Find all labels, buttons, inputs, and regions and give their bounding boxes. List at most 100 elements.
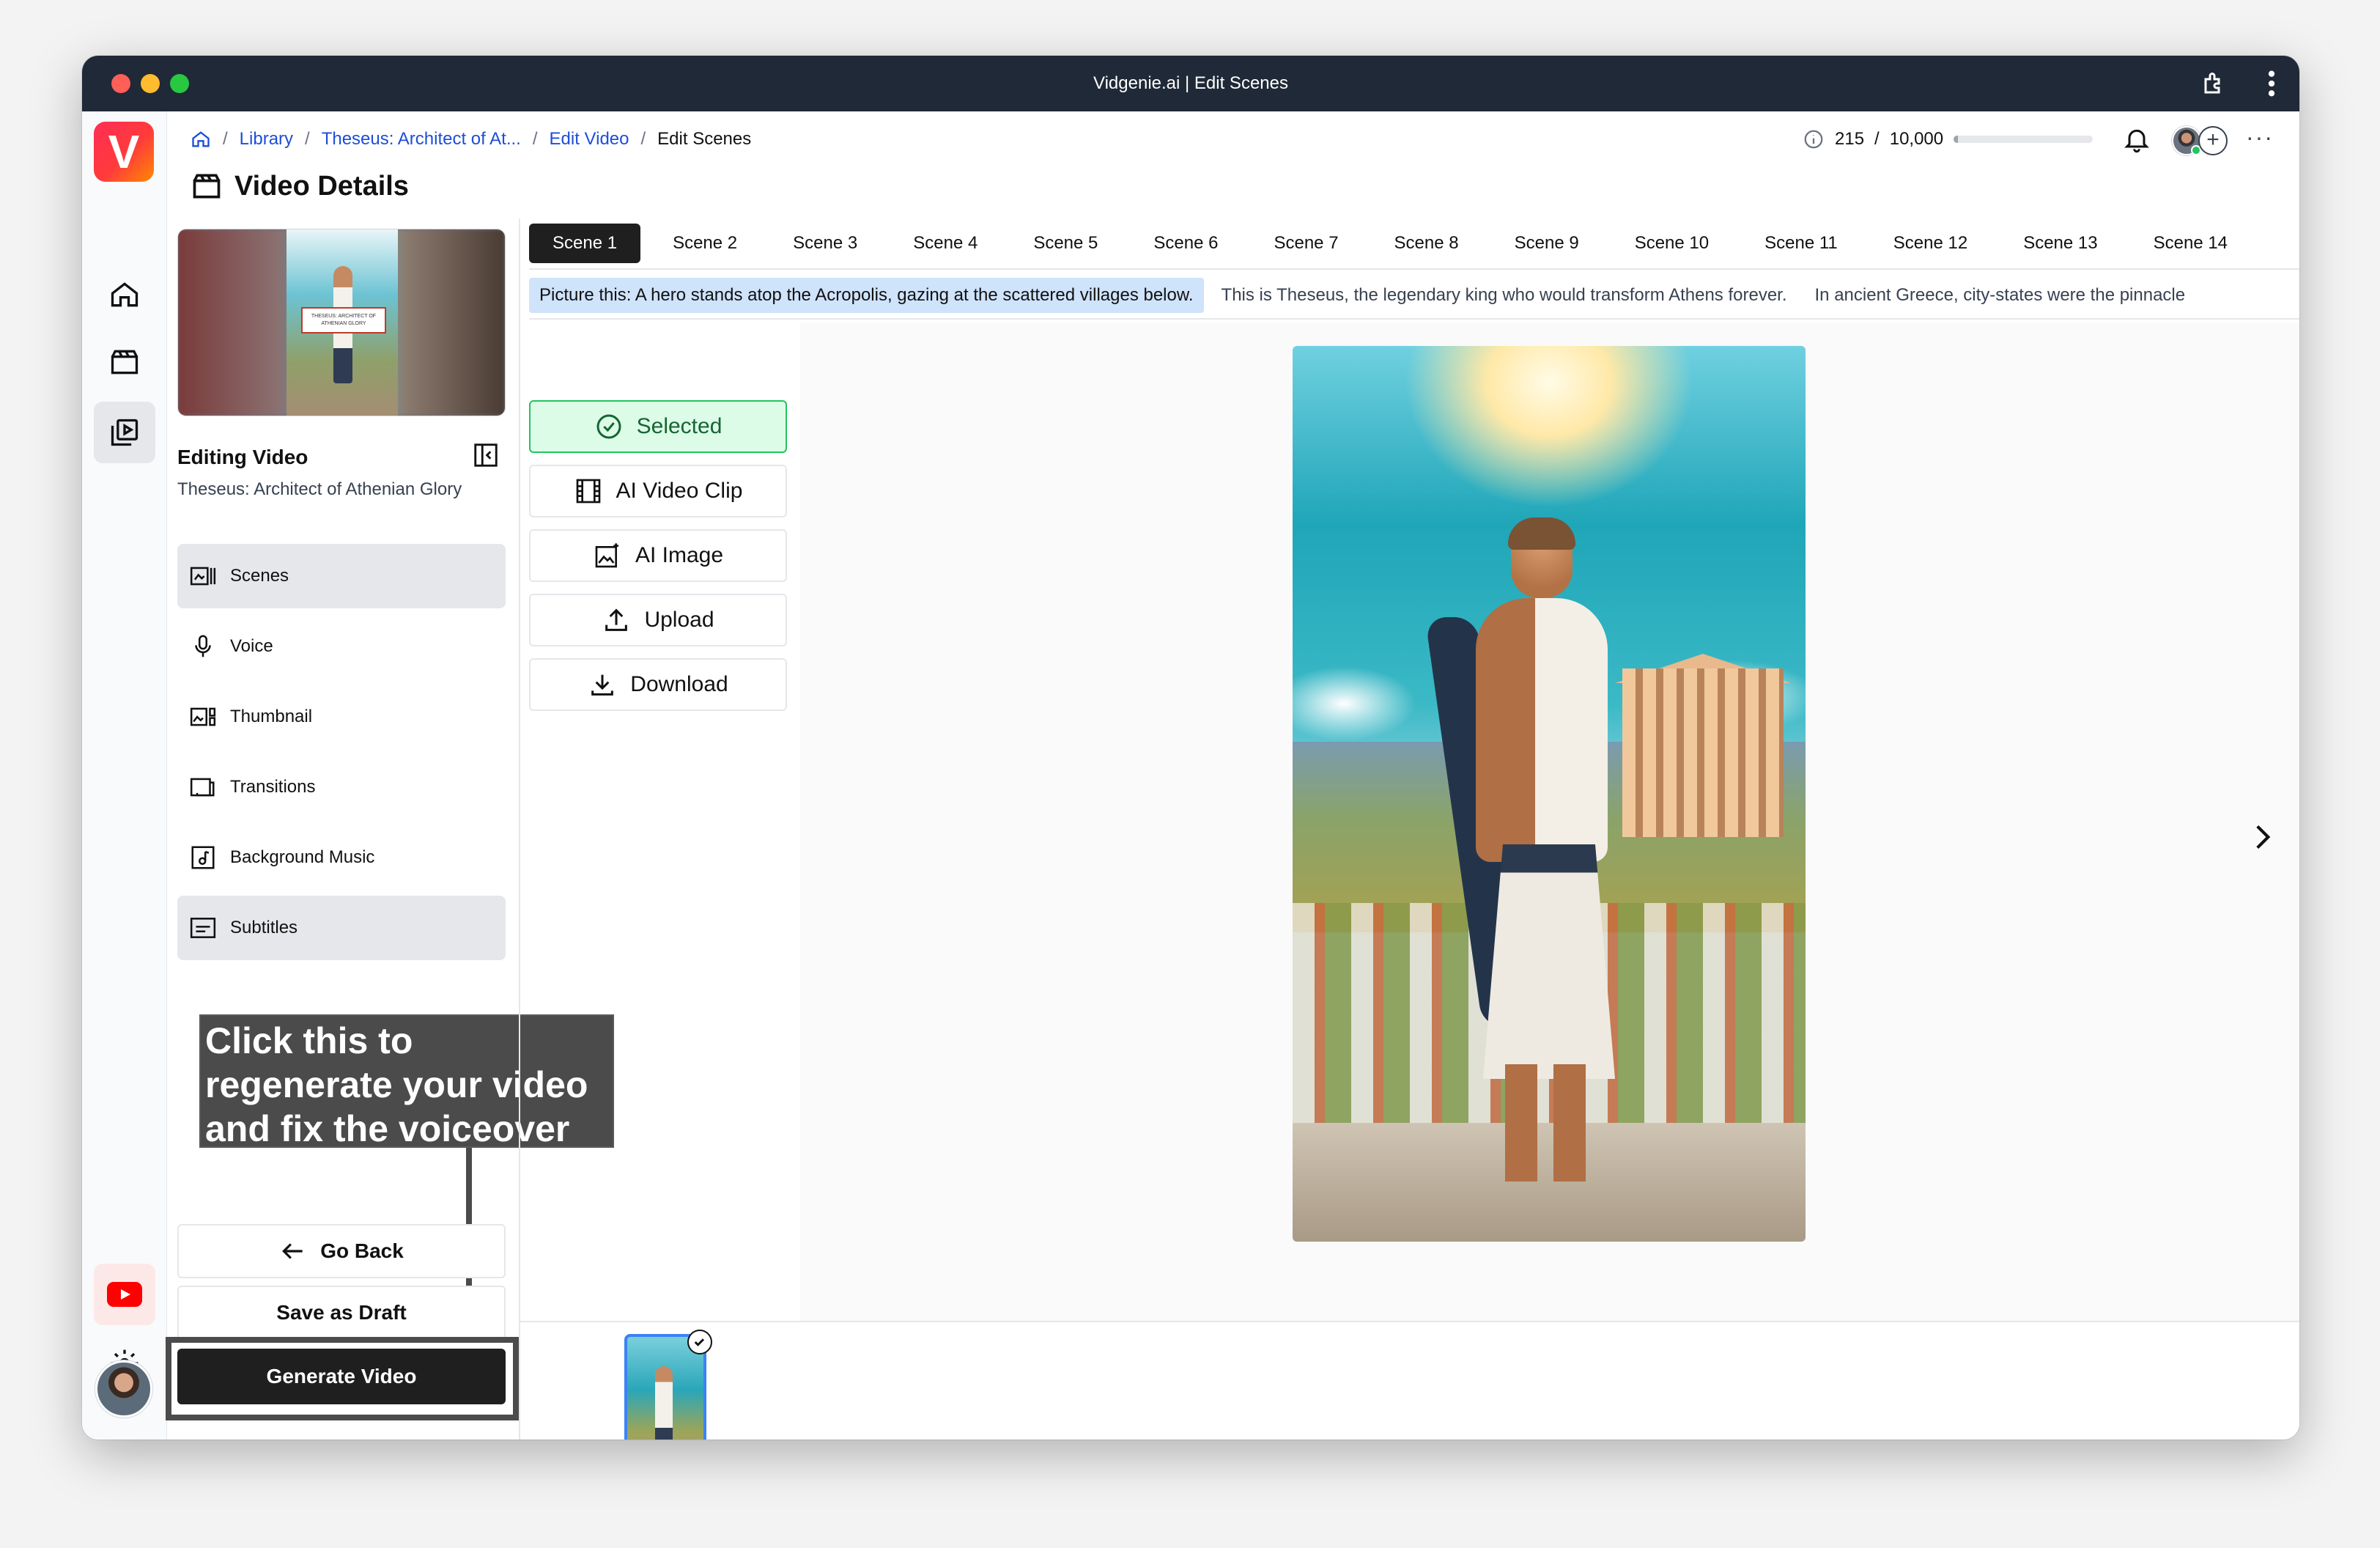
breadcrumb: / Library / Theseus: Architect of At... … <box>191 126 751 152</box>
user-avatar[interactable] <box>95 1360 152 1418</box>
breadcrumb-library[interactable]: Library <box>240 129 293 150</box>
tab-scene-7[interactable]: Scene 7 <box>1250 224 1361 263</box>
check-circle-icon <box>596 414 621 439</box>
preview-temple <box>1622 668 1784 837</box>
tab-scene-6[interactable]: Scene 6 <box>1130 224 1241 263</box>
app-logo[interactable]: V <box>94 122 154 182</box>
nav-transitions[interactable]: Transitions <box>177 755 506 819</box>
generate-video-button[interactable]: Generate Video <box>177 1349 506 1404</box>
more-options-button[interactable]: ··· <box>2244 125 2276 155</box>
tab-scene-1[interactable]: Scene 1 <box>529 224 641 263</box>
scene-media-strip <box>520 1321 2299 1440</box>
credits-used: 215 <box>1835 129 1865 149</box>
tab-scene-8[interactable]: Scene 8 <box>1371 224 1482 263</box>
upload-icon <box>605 608 628 631</box>
youtube-icon <box>107 1282 142 1307</box>
selected-button[interactable]: Selected <box>529 400 787 453</box>
nav-voice[interactable]: Voice <box>177 614 506 679</box>
scene-preview-image[interactable] <box>1293 346 1806 1242</box>
nav-thumbnail[interactable]: Thumbnail <box>177 685 506 749</box>
window-title: Vidgenie.ai | Edit Scenes <box>1093 73 1288 93</box>
breadcrumb-separator: / <box>640 129 646 149</box>
tab-scene-4[interactable]: Scene 4 <box>890 224 1001 263</box>
thumbnail-title-card: THESEUS: ARCHITECT OF ATHENIAN GLORY <box>301 307 386 333</box>
download-label: Download <box>630 672 728 696</box>
nav-background-music[interactable]: Background Music <box>177 825 506 890</box>
tab-scene-9[interactable]: Scene 9 <box>1491 224 1603 263</box>
credits-meter: 215 / 10,000 <box>1803 126 2093 152</box>
go-back-label: Go Back <box>320 1239 404 1262</box>
extension-icon[interactable] <box>2201 70 2228 97</box>
youtube-button[interactable] <box>94 1264 155 1325</box>
download-button[interactable]: Download <box>529 658 787 711</box>
scene-scripts: Picture this: A hero stands atop the Acr… <box>529 273 2299 320</box>
video-library-icon[interactable] <box>108 416 141 449</box>
editing-video-heading: Editing Video <box>177 446 308 468</box>
hero-torso <box>1476 598 1608 862</box>
left-rail: V <box>82 111 167 1440</box>
credits-separator: / <box>1874 129 1880 149</box>
breadcrumb-video[interactable]: Theseus: Architect of At... <box>322 129 521 150</box>
scene-script-1[interactable]: Picture this: A hero stands atop the Acr… <box>529 278 1204 313</box>
logo-letter: V <box>108 125 140 178</box>
tab-scene-3[interactable]: Scene 3 <box>769 224 881 263</box>
info-icon[interactable] <box>1803 128 1825 150</box>
sidebar-divider <box>519 218 520 1440</box>
credits-progress-fill <box>1954 136 1958 143</box>
nav-label: Thumbnail <box>230 707 313 726</box>
tab-scene-10[interactable]: Scene 10 <box>1611 224 1732 263</box>
tab-scene-14[interactable]: Scene 14 <box>2130 224 2251 263</box>
tab-scene-13[interactable]: Scene 13 <box>2000 224 2121 263</box>
preview-hero <box>1424 517 1630 1182</box>
thumbnail-icon <box>190 707 216 726</box>
tab-scene-11[interactable]: Scene 11 <box>1741 224 1861 263</box>
transitions-icon <box>190 778 215 797</box>
go-back-button[interactable]: Go Back <box>177 1224 506 1278</box>
hero-tunic <box>1483 844 1615 1079</box>
chevron-right-icon[interactable] <box>2244 815 2280 859</box>
ai-image-button[interactable]: AI Image <box>529 529 787 582</box>
ai-video-clip-button[interactable]: AI Video Clip <box>529 465 787 517</box>
ai-image-label: AI Image <box>635 543 724 567</box>
collapse-sidebar-icon[interactable] <box>472 441 500 469</box>
clapperboard-icon[interactable] <box>108 346 141 378</box>
credits-total: 10,000 <box>1889 129 1944 149</box>
page-title-text: Video Details <box>234 170 409 202</box>
subtitles-icon <box>190 918 216 938</box>
hero-legs <box>1505 1064 1586 1182</box>
nav-label: Transitions <box>230 777 316 797</box>
tab-scene-2[interactable]: Scene 2 <box>649 224 761 263</box>
media-thumbnail-figure <box>655 1366 673 1440</box>
more-vertical-icon[interactable] <box>2266 69 2277 98</box>
scene-script-3[interactable]: In ancient Greece, city-states were the … <box>1805 278 2196 313</box>
save-draft-label: Save as Draft <box>276 1301 407 1324</box>
add-member-button[interactable]: + <box>2198 126 2228 155</box>
arrow-left-icon <box>282 1243 303 1259</box>
nav-label: Subtitles <box>230 918 298 937</box>
download-icon <box>591 674 614 696</box>
tab-scene-5[interactable]: Scene 5 <box>1010 224 1121 263</box>
home-icon[interactable] <box>191 129 211 150</box>
breadcrumb-edit-video[interactable]: Edit Video <box>550 129 629 150</box>
upload-button[interactable]: Upload <box>529 594 787 646</box>
video-thumbnail[interactable]: THESEUS: ARCHITECT OF ATHENIAN GLORY <box>177 229 506 416</box>
microphone-icon <box>195 635 211 657</box>
scene-script-2[interactable]: This is Theseus, the legendary king who … <box>1211 278 1797 313</box>
clapperboard-icon <box>193 174 221 199</box>
credits-progress <box>1954 136 2093 143</box>
breadcrumb-separator: / <box>532 129 538 149</box>
tab-scene-12[interactable]: Scene 12 <box>1870 224 1991 263</box>
bell-icon[interactable] <box>2122 125 2151 154</box>
generate-video-label: Generate Video <box>266 1365 417 1387</box>
nav-subtitles[interactable]: Subtitles <box>177 896 506 960</box>
scenes-icon <box>190 567 216 586</box>
home-icon[interactable] <box>108 279 141 311</box>
nav-scenes[interactable]: Scenes <box>177 544 506 608</box>
nav-label: Voice <box>230 636 273 656</box>
hero-hair <box>1508 517 1575 550</box>
music-icon <box>191 846 215 869</box>
ai-video-clip-label: AI Video Clip <box>616 479 743 503</box>
upload-label: Upload <box>644 608 714 632</box>
save-draft-button[interactable]: Save as Draft <box>177 1286 506 1340</box>
title-bar: Vidgenie.ai | Edit Scenes <box>82 56 2299 111</box>
